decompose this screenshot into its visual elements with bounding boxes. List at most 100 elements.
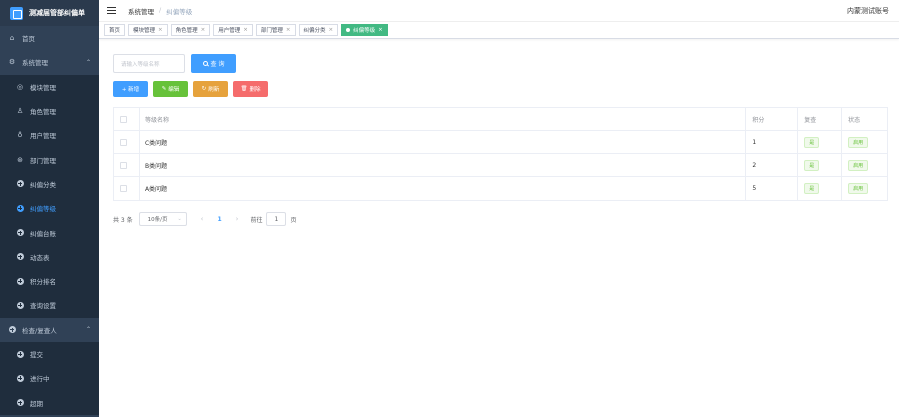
sidebar-item-4[interactable]: ♁ 用户管理 (0, 123, 99, 148)
page-number-current[interactable]: 1 (217, 216, 221, 223)
sidebar-item-label: 用户管理 (30, 132, 56, 141)
review-badge: 是 (804, 136, 820, 148)
tab-1[interactable]: 模块管理 × (128, 24, 168, 36)
refresh-button[interactable]: ↻ 刷新 (193, 81, 228, 97)
tab-label: 用户管理 (218, 28, 241, 34)
sidebar-item-5[interactable]: ⊛ 部门管理 (0, 147, 99, 172)
refresh-icon: ↻ (201, 86, 207, 92)
add-button-label: + 新增 (121, 87, 140, 93)
header-status: 状态 (848, 116, 861, 124)
header-checkbox-cell (114, 108, 140, 130)
tab-4[interactable]: 部门管理 × (255, 24, 296, 36)
plus-circle-icon (16, 277, 24, 285)
plus-circle-icon (16, 180, 24, 188)
sidebar-item-label: 进行中 (30, 375, 50, 384)
tab-5[interactable]: 纠偏分类 × (298, 24, 339, 36)
sidebar-item-3[interactable]: ♙ 角色管理 (0, 98, 99, 124)
breadcrumb: 系统管理 / 纠偏等级 (128, 6, 192, 16)
prev-page-icon[interactable]: ‹ (201, 215, 204, 223)
review-badge: 是 (804, 159, 820, 171)
module-icon: ◎ (16, 82, 24, 91)
plus-circle-icon (8, 326, 16, 334)
cell-name: B类问题 (140, 154, 747, 176)
goto-label: 前往 (250, 216, 263, 224)
sidebar-item-12[interactable]: 检查/复查人 ⌃ (0, 318, 99, 342)
pagination: 共 3 条 10条/页 ⌄ ‹ 1 › 前往 1 页 (113, 212, 296, 226)
sidebar-item-2[interactable]: ◎ 模块管理 (0, 74, 99, 99)
logo: 测减届管部纠偏单 (0, 0, 99, 26)
search-button[interactable]: 查 询 (191, 54, 236, 73)
tab-6[interactable]: 纠偏等级 × (341, 24, 388, 36)
header-score: 积分 (746, 108, 799, 130)
row-checkbox[interactable] (120, 161, 127, 169)
sidebar-item-0[interactable]: ⌂ 首页 (0, 26, 99, 50)
tab-label: 纠偏分类 (303, 28, 326, 34)
trash-icon: 🗑 (240, 86, 248, 92)
plus-circle-icon (16, 301, 24, 309)
sidebar-item-13[interactable]: 提交 (0, 341, 99, 367)
table-body: C类问题 1 是启用 B类问题 2 是启用 A类问题 5 是启用 (114, 131, 887, 200)
breadcrumb-item-system[interactable]: 系统管理 (128, 6, 154, 16)
tab-2[interactable]: 角色管理 × (170, 24, 211, 36)
table-row[interactable]: C类问题 1 是 启用 (114, 131, 887, 154)
status-badge: 启用 (848, 159, 869, 171)
cell-score: 2 (746, 154, 799, 176)
row-checkbox-cell (114, 177, 140, 200)
tags-view: 首页 模块管理 × 角色管理 × 用户管理 × 部门管理 × 纠偏分类 × 纠偏等级 × (99, 22, 899, 39)
row-checkbox[interactable] (120, 138, 127, 146)
header-review: 复查 (798, 108, 843, 130)
row-checkbox-cell (114, 131, 140, 153)
user-name[interactable]: 内蒙测试账号 (847, 6, 889, 16)
row-checkbox-cell (114, 154, 140, 176)
tab-label: 模块管理 (133, 28, 156, 34)
add-button[interactable]: + 新增 (113, 81, 148, 97)
sidebar-item-10[interactable]: 积分排名 (0, 268, 99, 294)
close-icon[interactable]: × (158, 27, 163, 33)
hamburger-icon[interactable] (107, 7, 116, 14)
close-icon[interactable]: × (378, 27, 383, 33)
close-icon[interactable]: × (201, 27, 206, 33)
sidebar-item-label: 部门管理 (30, 156, 56, 165)
search-button-label: 查 询 (210, 61, 225, 68)
sidebar-item-11[interactable]: 查询设置 (0, 293, 99, 318)
tab-0[interactable]: 首页 (104, 24, 126, 36)
sidebar-item-label: 提交 (30, 351, 43, 359)
sidebar-item-14[interactable]: 进行中 (0, 366, 99, 391)
table-row[interactable]: A类问题 5 是 启用 (114, 177, 887, 200)
sidebar: 测减届管部纠偏单 ⌂ 首页 ⚙ 系统管理 ⌃ ◎ 模块管理 ♙ 角色管理 ♁ 用户管理 ⊛ 部门管理 纠偏… (0, 0, 99, 417)
plus-circle-icon (16, 350, 24, 358)
app-title: 测减届管部纠偏单 (29, 9, 85, 17)
row-checkbox[interactable] (120, 185, 127, 192)
select-all-checkbox[interactable] (120, 115, 127, 123)
page-suffix: 页 (290, 216, 297, 224)
edit-button[interactable]: ✎ 编辑 (153, 81, 188, 97)
table-row[interactable]: B类问题 2 是 启用 (114, 154, 887, 177)
close-icon[interactable]: × (329, 27, 334, 33)
sidebar-item-6[interactable]: 纠偏分类 (0, 171, 99, 197)
sidebar-item-label: 纠偏等级 (30, 205, 56, 214)
close-icon[interactable]: × (286, 27, 291, 33)
breadcrumb-separator: / (159, 5, 162, 14)
cell-status: 启用 (842, 177, 887, 200)
sidebar-item-9[interactable]: 动态表 (0, 244, 99, 269)
sidebar-item-label: 系统管理 (22, 59, 48, 68)
level-name-search-input[interactable]: 请输入等级名称 (113, 54, 185, 73)
cell-name: A类问题 (140, 177, 747, 200)
next-page-icon[interactable]: › (236, 215, 239, 223)
cell-review: 是 (798, 154, 843, 176)
tab-3[interactable]: 用户管理 × (213, 24, 253, 36)
sidebar-item-15[interactable]: 超期 (0, 390, 99, 415)
status-badge: 启用 (848, 183, 869, 194)
page-size-select[interactable]: 10条/页 ⌄ (138, 212, 187, 226)
close-icon[interactable]: × (243, 27, 248, 33)
goto-page-input[interactable]: 1 (266, 212, 287, 226)
level-table: 等级名称 积分 复查 状态 C类问题 1 是启用 B类问题 2 是启用 A类问题 5 是启用 (113, 107, 888, 201)
sidebar-item-7[interactable]: 纠偏等级 (0, 196, 99, 221)
sidebar-item-label: 超期 (30, 399, 43, 408)
cell-status: 启用 (842, 154, 887, 176)
plus-circle-icon (16, 399, 24, 407)
sidebar-item-8[interactable]: 纠偏台账 (0, 220, 99, 245)
delete-button[interactable]: 🗑 删除 (233, 81, 268, 97)
sidebar-item-1[interactable]: ⚙ 系统管理 ⌃ (0, 50, 99, 74)
main-content: 请输入等级名称 查 询 + 新增 ✎ 编辑 ↻ 刷新 🗑 删除 等级名称 积分 复查 … (99, 40, 899, 417)
